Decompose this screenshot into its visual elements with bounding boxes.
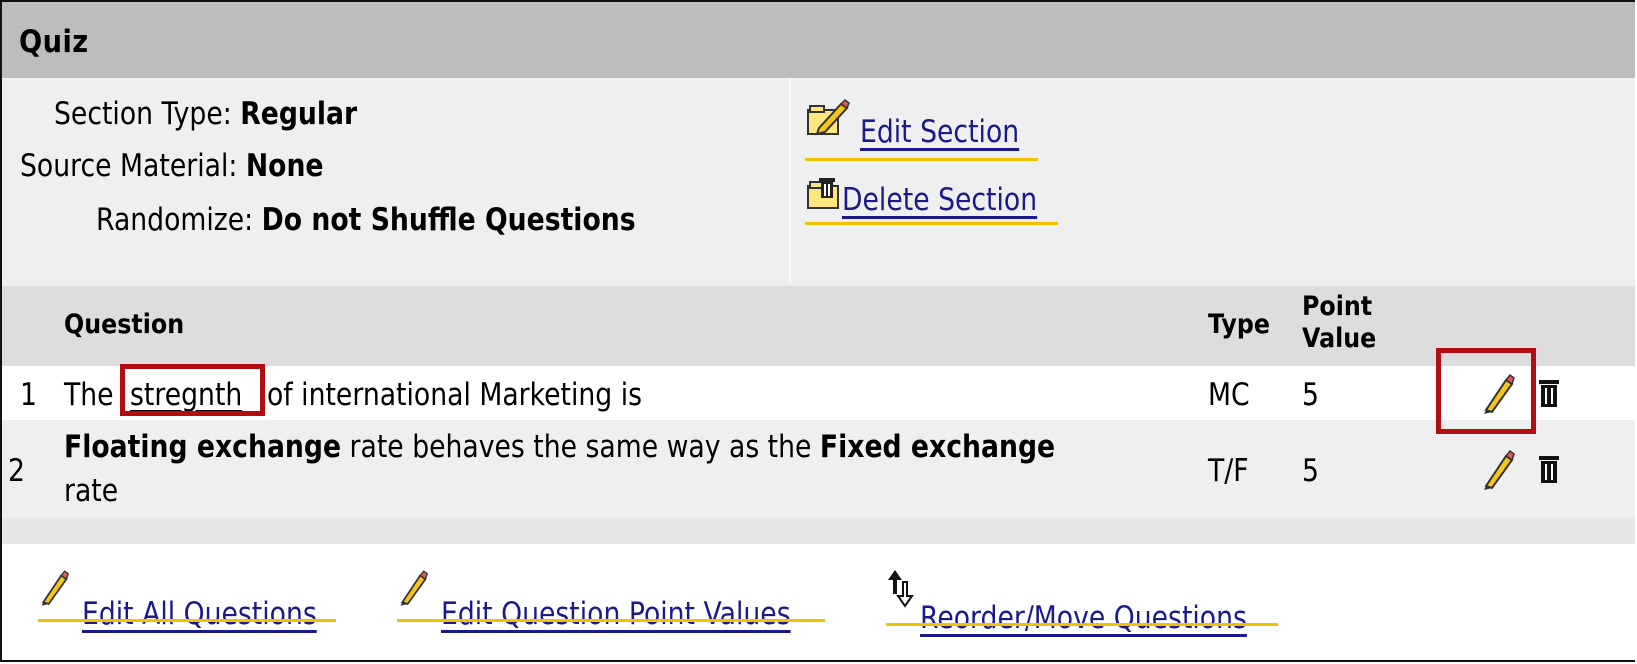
edit-points-pencil-icon[interactable]	[397, 570, 429, 606]
delete-section-underline	[805, 222, 1058, 225]
edit-all-underline	[38, 619, 336, 622]
question-number: 2	[8, 453, 25, 489]
delete-section-link[interactable]: Delete Section	[842, 182, 1037, 218]
info-divider	[789, 78, 791, 283]
questions-table-header: Question Type Point Value	[2, 286, 1635, 366]
question-text-post: of international Marketing is	[267, 377, 642, 413]
section-type-label: Section Type:	[54, 96, 232, 132]
reorder-arrows-icon[interactable]	[886, 568, 914, 608]
edit-question-pencil-icon[interactable]	[1480, 450, 1516, 490]
source-material-value: None	[245, 148, 324, 184]
question-number: 1	[20, 377, 37, 413]
edit-icon-highlight-box	[1436, 348, 1536, 434]
source-material-row: Source Material: None	[20, 148, 324, 184]
delete-question-trash-icon[interactable]	[1538, 378, 1560, 410]
misspelling-highlight-box	[120, 364, 265, 416]
column-header-point: Point	[1302, 291, 1373, 322]
edit-section-icon[interactable]	[805, 98, 851, 140]
question-text-mid: rate behaves the same way as the	[349, 429, 812, 465]
question-type: MC	[1208, 377, 1250, 413]
question-points: 5	[1302, 377, 1319, 413]
question-points: 5	[1302, 453, 1319, 489]
question-text-pre: The	[64, 377, 114, 413]
edit-question-point-values-link[interactable]: Edit Question Point Values	[441, 596, 791, 632]
table-row: 2 Floating exchange rate behaves the sam…	[2, 420, 1635, 518]
question-text-line2: rate	[64, 473, 119, 509]
section-info: Section Type: Regular Source Material: N…	[2, 78, 1635, 286]
edit-all-questions-link[interactable]: Edit All Questions	[82, 596, 317, 632]
column-header-type: Type	[1208, 309, 1270, 340]
reorder-underline	[886, 623, 1278, 626]
section-type-row: Section Type: Regular	[54, 96, 357, 132]
table-footer-spacer	[2, 518, 1635, 544]
column-header-question: Question	[64, 309, 185, 340]
column-header-value: Value	[1302, 323, 1377, 354]
randomize-label: Randomize:	[96, 202, 254, 238]
edit-points-underline	[397, 619, 825, 622]
randomize-value: Do not Shuffle Questions	[261, 202, 636, 238]
randomize-row: Randomize: Do not Shuffle Questions	[96, 202, 636, 238]
quiz-section-panel: Quiz Section Type: Regular Source Materi…	[0, 0, 1635, 662]
section-title-bar: Quiz	[2, 2, 1635, 78]
section-title: Quiz	[19, 24, 89, 60]
delete-section-icon[interactable]	[805, 172, 845, 212]
question-text-bold1: Floating exchange	[64, 429, 342, 465]
reorder-move-questions-link[interactable]: Reorder/Move Questions	[920, 600, 1247, 636]
question-type: T/F	[1208, 453, 1249, 489]
delete-question-trash-icon[interactable]	[1538, 454, 1560, 486]
edit-section-link[interactable]: Edit Section	[860, 114, 1019, 150]
source-material-label: Source Material:	[20, 148, 238, 184]
question-text-line1: Floating exchange rate behaves the same …	[64, 430, 1055, 464]
edit-all-pencil-icon[interactable]	[38, 570, 70, 606]
edit-section-underline	[805, 158, 1038, 161]
section-type-value: Regular	[240, 96, 358, 132]
question-text-bold2: Fixed exchange	[819, 429, 1056, 465]
